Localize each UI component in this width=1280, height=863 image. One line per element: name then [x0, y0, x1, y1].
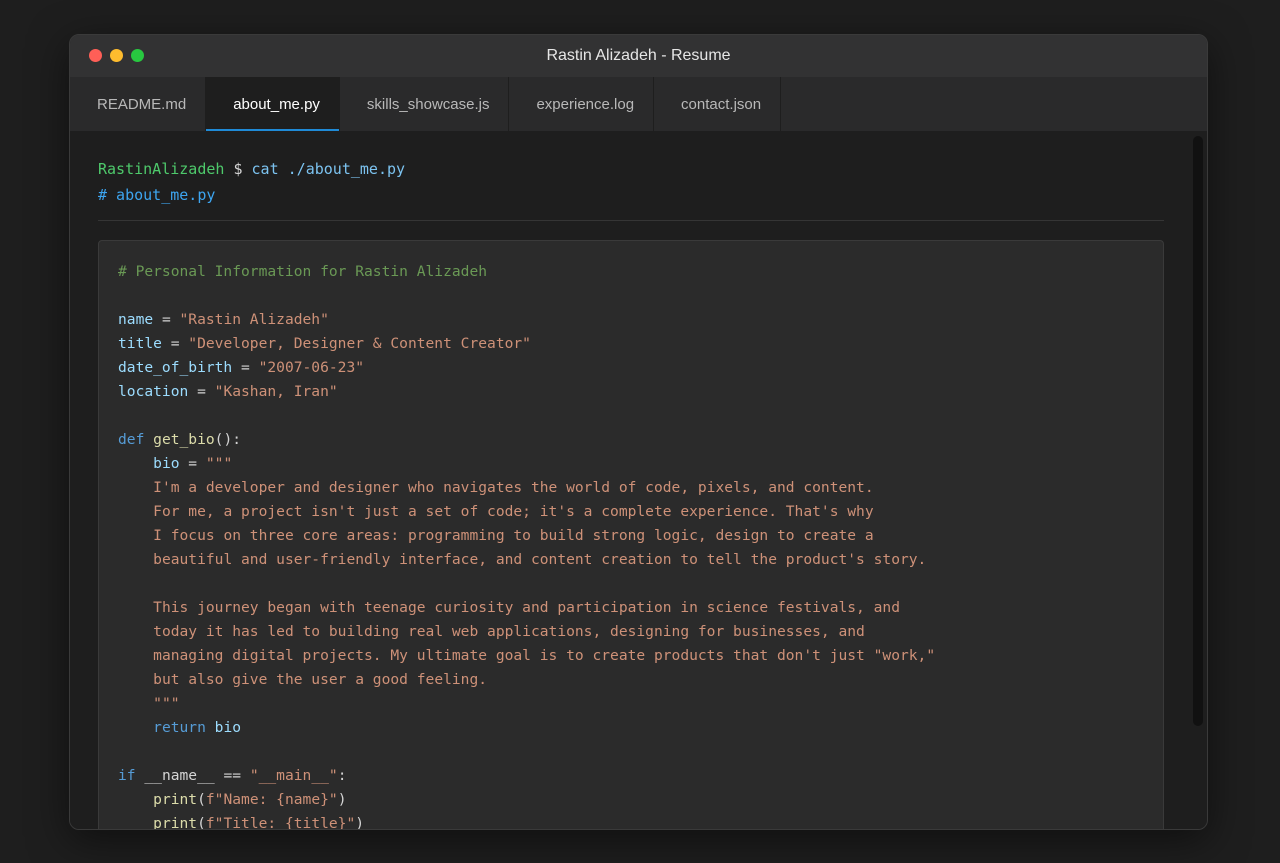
close-window-button[interactable]	[89, 49, 102, 62]
prompt-symbol: $	[224, 160, 252, 178]
code-bio-var: bio	[153, 455, 180, 472]
code-bio-open: """	[205, 455, 233, 472]
code-def-keyword: def	[118, 431, 145, 448]
title-bar: Rastin Alizadeh - Resume	[70, 35, 1207, 77]
code-if-keyword: if	[118, 767, 136, 784]
code-fn-name: get_bio	[153, 431, 215, 448]
code-main-op: ==	[214, 767, 250, 784]
code-var-title: title	[118, 335, 162, 352]
code-bio-line-text: I focus on three core areas: programming…	[153, 527, 874, 544]
code-bio-line: but also give the user a good feeling.	[118, 671, 487, 688]
tab-experience[interactable]: experience.log	[509, 77, 655, 131]
app-window: Rastin Alizadeh - Resume README.md about…	[69, 34, 1208, 830]
code-bio-line: managing digital projects. My ultimate g…	[118, 647, 935, 664]
terminal-content: RastinAlizadeh $ cat ./about_me.py # abo…	[70, 131, 1207, 829]
prompt-user: RastinAlizadeh	[98, 160, 225, 178]
code-main-end: :	[337, 767, 347, 784]
tab-bar: README.md about_me.py skills_showcase.js…	[70, 77, 1207, 132]
code-str-location: "Kashan, Iran"	[214, 383, 338, 400]
code-block: # Personal Information for Rastin Alizad…	[98, 240, 1164, 830]
code-return-keyword: return	[153, 719, 206, 736]
code-bio-line-text: This journey began with teenage curiosit…	[153, 599, 900, 616]
window-controls	[89, 49, 144, 62]
code-var-location: location	[118, 383, 189, 400]
code-str-name: "Rastin Alizadeh"	[179, 311, 329, 328]
code-bio-line: I focus on three core areas: programming…	[118, 527, 874, 544]
scrollbar[interactable]	[1193, 136, 1203, 726]
code-fn-sig: ():	[214, 431, 242, 448]
code-print-fn: print	[153, 791, 198, 808]
prompt-command: cat ./about_me.py	[251, 160, 406, 178]
tab-readme[interactable]: README.md	[70, 77, 207, 131]
zoom-window-button[interactable]	[131, 49, 144, 62]
code-text: # Personal Information for Rastin Alizad…	[118, 263, 936, 830]
code-bio-line-text: For me, a project isn't just a set of co…	[153, 503, 874, 520]
code-return-value: bio	[214, 719, 242, 736]
window-title: Rastin Alizadeh - Resume	[546, 47, 731, 64]
code-bio-line-text: I'm a developer and designer who navigat…	[153, 479, 874, 496]
code-main-str: "__main__"	[249, 767, 338, 784]
code-bio-close: """	[153, 695, 180, 712]
code-bio-line: This journey began with teenage curiosit…	[118, 599, 900, 616]
code-bio-line-text: beautiful and user-friendly interface, a…	[153, 551, 927, 568]
tab-about-me[interactable]: about_me.py	[206, 77, 340, 131]
code-bio-line: beautiful and user-friendly interface, a…	[118, 551, 926, 568]
code-str-dob: "2007-06-23"	[258, 359, 365, 376]
divider	[98, 220, 1164, 221]
code-bio-line: today it has led to building real web ap…	[118, 623, 865, 640]
minimize-window-button[interactable]	[110, 49, 123, 62]
code-bio-line-text: today it has led to building real web ap…	[153, 623, 865, 640]
code-bio-line-text: managing digital projects. My ultimate g…	[153, 647, 936, 664]
file-comment: # about_me.py	[98, 186, 216, 204]
prompt-line: RastinAlizadeh $ cat ./about_me.py	[98, 160, 405, 178]
tab-skills-showcase[interactable]: skills_showcase.js	[340, 77, 510, 131]
code-bio-line: I'm a developer and designer who navigat…	[118, 479, 874, 496]
code-print-arg: f"Name: {name}"	[205, 791, 338, 808]
code-bio-line: For me, a project isn't just a set of co…	[118, 503, 874, 520]
code-str-title: "Developer, Designer & Content Creator"	[188, 335, 531, 352]
tab-contact[interactable]: contact.json	[654, 77, 782, 131]
code-var-dob: date_of_birth	[118, 359, 233, 376]
code-comment: # Personal Information for Rastin Alizad…	[118, 263, 488, 280]
code-print-arg: f"Title: {title}"	[205, 815, 356, 830]
code-main-var: __name__	[144, 767, 215, 784]
code-print-fn: print	[153, 815, 198, 830]
code-bio-line	[118, 575, 153, 592]
code-var-name: name	[118, 311, 154, 328]
code-bio-line-text: but also give the user a good feeling.	[153, 671, 488, 688]
